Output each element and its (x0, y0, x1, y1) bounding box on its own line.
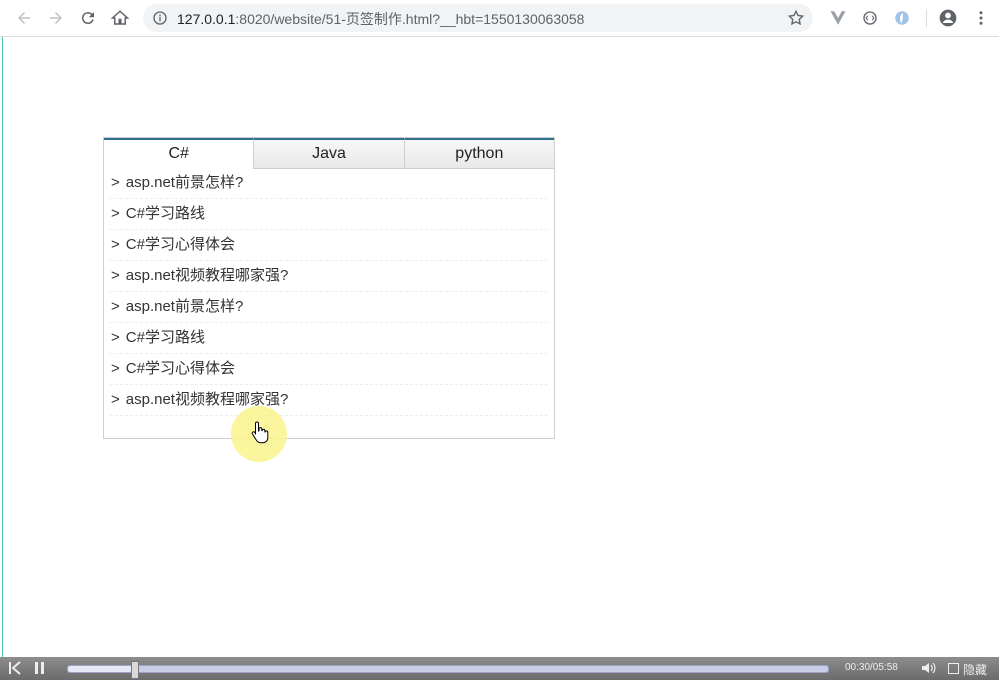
progress-track[interactable] (67, 661, 829, 679)
hide-checkbox[interactable] (948, 663, 959, 674)
list-item-label: asp.net视频教程哪家强? (125, 391, 289, 408)
toolbar-separator (926, 9, 927, 27)
url-path: :8020/website/51-页签制作.html?__hbt=1550130… (235, 11, 585, 27)
list-item[interactable]: > asp.net视频教程哪家强? (110, 261, 548, 292)
list-item[interactable]: > asp.net视频教程哪家强? (110, 385, 548, 416)
url-host: 127.0.0.1 (177, 11, 236, 27)
list-item-label: asp.net前景怎样? (125, 298, 244, 315)
article-list: > asp.net前景怎样? > C#学习路线 > C#学习心得体会 > asp.net… (104, 168, 554, 416)
account-icon[interactable] (938, 8, 958, 28)
forward-button[interactable] (44, 6, 68, 30)
progress-fill (68, 666, 135, 672)
address-bar[interactable]: 127.0.0.1:8020/website/51-页签制作.html?__hb… (143, 4, 813, 32)
browser-toolbar: 127.0.0.1:8020/website/51-页签制作.html?__hb… (0, 0, 999, 37)
vuejs-extension-icon[interactable] (828, 8, 848, 28)
extension-icon-2[interactable] (892, 8, 912, 28)
list-arrow: > (111, 391, 120, 408)
list-item[interactable]: > C#学习心得体会 (110, 354, 548, 385)
menu-icon[interactable] (971, 8, 991, 28)
list-item-label: C#学习路线 (125, 205, 205, 222)
info-icon[interactable] (151, 9, 169, 27)
tab-widget: C# Java python > asp.net前景怎样? > C#学习路线 > C#… (103, 137, 555, 439)
list-item-label: asp.net视频教程哪家强? (125, 267, 289, 284)
reload-icon (81, 12, 94, 25)
list-arrow: > (111, 205, 120, 222)
list-arrow: > (111, 298, 120, 315)
list-item[interactable]: > C#学习路线 (110, 323, 548, 354)
list-item[interactable]: > C#学习心得体会 (110, 230, 548, 261)
list-arrow: > (111, 267, 120, 284)
list-item[interactable]: > asp.net前景怎样? (110, 292, 548, 323)
skip-back-icon[interactable] (8, 661, 22, 675)
volume-icon[interactable] (921, 661, 937, 675)
tab-bar: C# Java python (104, 138, 554, 169)
pause-icon[interactable] (33, 661, 47, 675)
time-readout: 00:30/05:58 (845, 662, 898, 673)
back-icon (18, 12, 30, 24)
tab-python[interactable]: python (403, 138, 554, 169)
forward-icon (50, 12, 62, 24)
progress-thumb[interactable] (131, 661, 140, 679)
page-left-border (2, 37, 3, 657)
extension-icon[interactable] (860, 8, 880, 28)
hand-cursor-icon (251, 421, 269, 444)
home-icon (111, 10, 129, 25)
tab-csharp[interactable]: C# (104, 138, 254, 169)
list-item-label: C#学习路线 (125, 329, 205, 346)
list-item-label: asp.net前景怎样? (125, 174, 244, 191)
video-player-bar: 00:30/05:58 隐藏 (0, 657, 999, 680)
list-item[interactable]: > asp.net前景怎样? (110, 168, 548, 199)
list-arrow: > (111, 236, 120, 253)
list-item[interactable]: > C#学习路线 (110, 199, 548, 230)
back-button[interactable] (12, 6, 36, 30)
list-item-label: C#学习心得体会 (125, 236, 235, 253)
reload-button[interactable] (76, 6, 100, 30)
url-text[interactable]: 127.0.0.1:8020/website/51-页签制作.html?__hb… (177, 9, 584, 29)
list-arrow: > (111, 360, 120, 377)
list-arrow: > (111, 329, 120, 346)
home-button[interactable] (108, 6, 132, 30)
list-arrow: > (111, 174, 120, 191)
hide-label: 隐藏 (963, 663, 988, 677)
list-item-label: C#学习心得体会 (125, 360, 235, 377)
star-icon[interactable] (787, 9, 805, 27)
tab-java[interactable]: Java (253, 138, 404, 169)
